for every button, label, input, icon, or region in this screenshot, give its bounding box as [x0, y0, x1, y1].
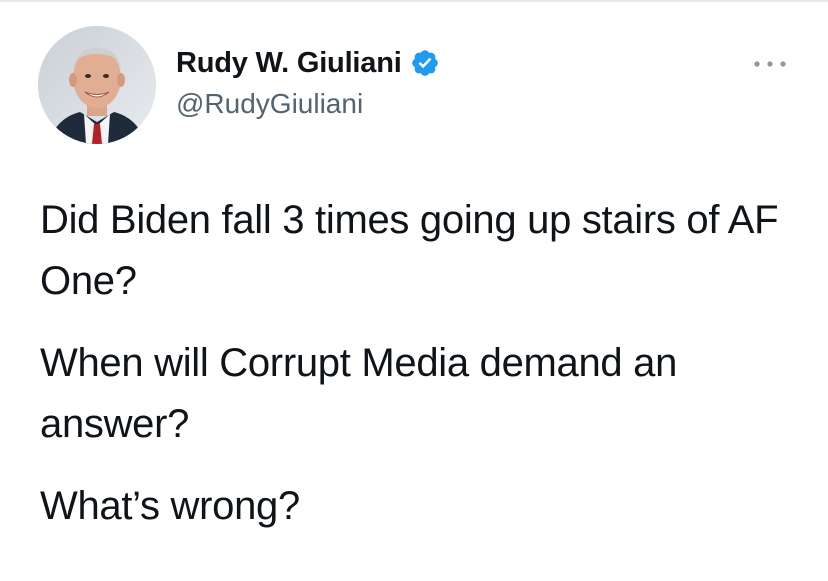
tweet-paragraph: Did Biden fall 3 times going up stairs o… — [40, 198, 779, 303]
tweet-text: Did Biden fall 3 times going up stairs o… — [40, 190, 810, 558]
user-handle[interactable]: @RudyGiuliani — [176, 88, 440, 120]
tweet-paragraph: What’s wrong? — [40, 484, 300, 528]
name-row: Rudy W. Giuliani — [176, 42, 440, 84]
display-name[interactable]: Rudy W. Giuliani — [176, 47, 402, 80]
verified-badge-icon — [410, 48, 440, 78]
tweet-paragraph: When will Corrupt Media demand an answer… — [40, 341, 678, 446]
tweet: Rudy W. Giuliani @RudyGiuliani Did Biden… — [0, 0, 828, 581]
more-horizontal-icon — [754, 61, 786, 67]
avatar-photo-icon — [38, 26, 156, 144]
tweet-author: Rudy W. Giuliani @RudyGiuliani — [176, 42, 440, 120]
avatar[interactable] — [38, 26, 156, 144]
more-options-button[interactable] — [744, 50, 796, 78]
